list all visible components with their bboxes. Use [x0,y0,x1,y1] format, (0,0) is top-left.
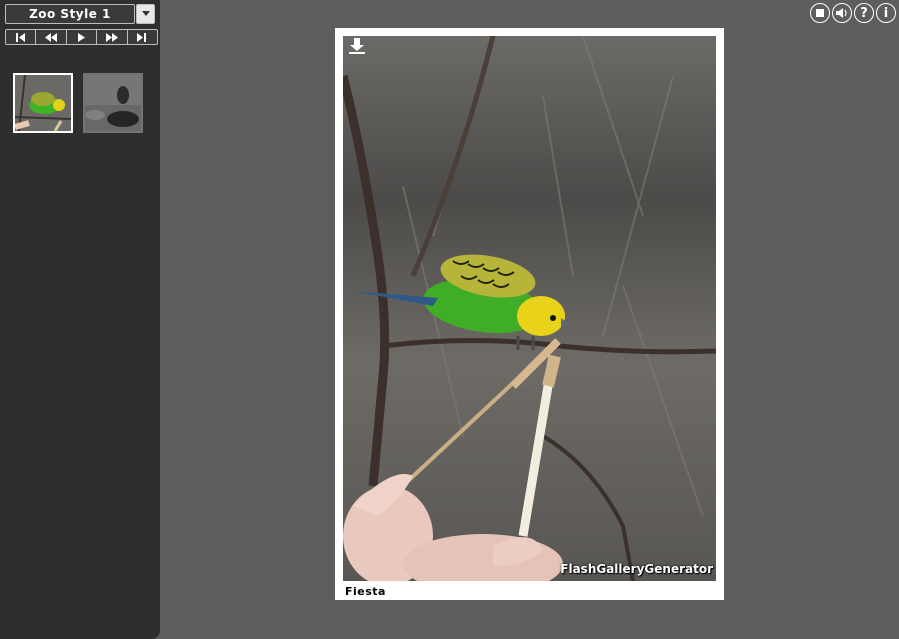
last-icon[interactable] [128,30,157,44]
photo-caption: Fiesta [345,585,386,598]
sidebar: Zoo Style 1 [0,0,160,639]
help-icon[interactable]: ? [854,3,874,23]
fast-forward-icon[interactable] [97,30,128,44]
album-select-value[interactable]: Zoo Style 1 [5,4,135,24]
playback-controls [5,29,158,45]
main-photo[interactable]: FlashGalleryGenerator [343,36,716,581]
thumbnail-budgie[interactable] [13,73,73,133]
stop-icon[interactable] [810,3,830,23]
download-icon[interactable] [349,38,365,58]
rewind-icon[interactable] [36,30,67,44]
album-select[interactable]: Zoo Style 1 [5,4,155,24]
info-icon[interactable]: i [876,3,896,23]
window-controls: ? i [810,3,896,23]
sound-icon[interactable] [832,3,852,23]
thumbnail-duck[interactable] [83,73,143,133]
watermark: FlashGalleryGenerator [560,562,713,576]
chevron-down-icon[interactable] [136,4,155,24]
play-icon[interactable] [67,30,98,44]
first-icon[interactable] [6,30,37,44]
photo-frame: FlashGalleryGenerator Fiesta [335,28,724,600]
